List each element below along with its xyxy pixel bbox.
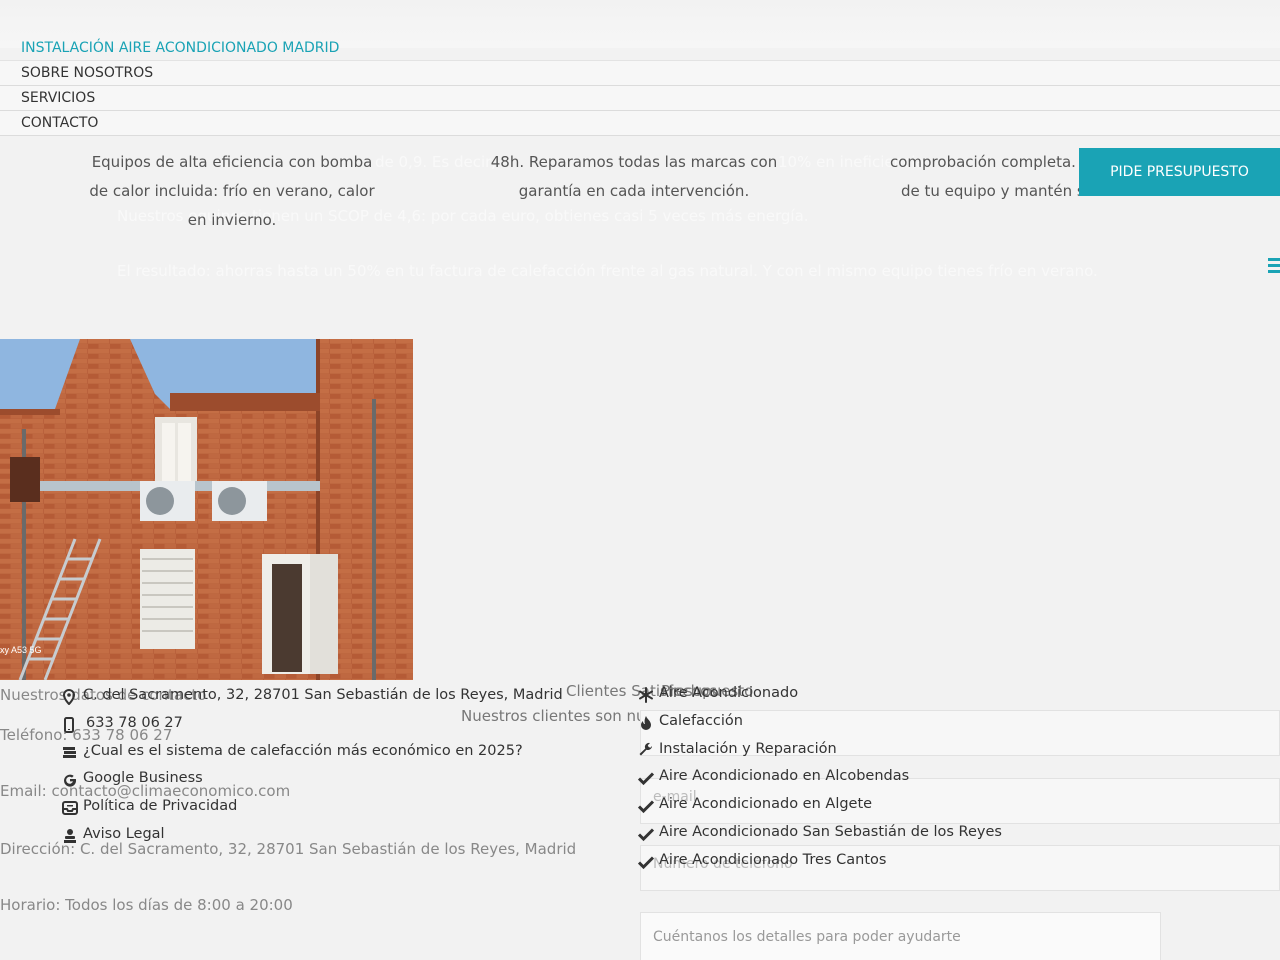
footer-link-label: Política de Privacidad [83, 798, 238, 815]
menu-icon[interactable] [1268, 258, 1280, 274]
snowflake-icon [638, 686, 656, 703]
service-label: Instalación y Reparación [659, 740, 837, 757]
check-icon [637, 853, 656, 869]
service-label: Aire Acondicionado en Alcobendas [659, 768, 910, 785]
installation-photo: xy A53 5G [0, 339, 413, 680]
feature-heat-pump: Equipos de alta eficiencia con bomba de … [82, 148, 382, 235]
footer-link-label: Aviso Legal [83, 825, 165, 842]
feature-repair: 48h. Reparamos todas las marcas con gara… [484, 148, 784, 206]
service-label: Aire Acondicionado [659, 685, 799, 701]
footer-link-list: C. del Sacramento, 32, 28701 San Sebasti… [62, 682, 563, 849]
footer-link-phone[interactable]: 633 78 06 27 [62, 710, 563, 738]
service-calefaccion[interactable]: Calefacción [638, 708, 1002, 736]
check-icon [637, 797, 656, 814]
pide-presupuesto-button[interactable]: PIDE PRESUPUESTO [1079, 148, 1280, 196]
service-aire-acondicionado[interactable]: Aire Acondicionado [638, 680, 1002, 708]
footer-link-google[interactable]: Google Business [62, 765, 563, 793]
nav-item-instalacion[interactable]: INSTALACIÓN AIRE ACONDICIONADO MADRID [0, 36, 1280, 61]
map-pin-icon [62, 688, 80, 706]
service-label: Aire Acondicionado en Algete [659, 796, 873, 813]
footer-link-privacy[interactable]: Política de Privacidad [62, 793, 563, 821]
footer-link-label: Google Business [83, 770, 203, 787]
service-san-sebastian[interactable]: Aire Acondicionado San Sebastián de los … [637, 819, 1002, 847]
fire-icon [638, 714, 656, 730]
main-nav: INSTALACIÓN AIRE ACONDICIONADO MADRID SO… [0, 36, 1280, 136]
nav-item-servicios[interactable]: SERVICIOS [0, 86, 1280, 111]
feature-line: en invierno. [187, 211, 277, 229]
service-algete[interactable]: Aire Acondicionado en Algete [637, 791, 1002, 819]
hero-ghost-text: de 0,9. Es decir, [375, 153, 497, 171]
service-label: Aire Acondicionado San Sebastián de los … [659, 823, 1002, 840]
feature-line: garantía en cada intervención. [518, 182, 750, 200]
check-icon [637, 825, 656, 841]
feature-line: de calor incluida: frío en verano, calor [89, 182, 375, 200]
photo-watermark: xy A53 5G [0, 645, 42, 655]
contact-hours: Horario: Todos los días de 8:00 a 20:00 [0, 896, 293, 914]
hero-ghost-text: El resultado: ahorras hasta un 50% en tu… [117, 262, 1098, 280]
service-alcobendas[interactable]: Aire Acondicionado en Alcobendas [637, 763, 1002, 791]
nav-item-sobre-nosotros[interactable]: SOBRE NOSOTROS [0, 61, 1280, 86]
feature-line: 48h. Reparamos todas las marcas con [490, 153, 778, 171]
service-instalacion[interactable]: Instalación y Reparación [638, 736, 1002, 764]
check-icon [637, 769, 656, 786]
details-placeholder: Cuéntanos los detalles para poder ayudar… [653, 929, 961, 945]
user-legal-icon [62, 827, 80, 843]
service-label: Calefacción [659, 712, 743, 729]
footer-link-blog[interactable]: ¿Cual es el sistema de calefacción más e… [62, 738, 563, 766]
wrench-icon [638, 741, 656, 757]
services-list: Aire Acondicionado Calefacción Instalaci… [637, 680, 1002, 875]
service-tres-cantos[interactable]: Aire Acondicionado Tres Cantos [637, 847, 1002, 875]
footer-link-legal[interactable]: Aviso Legal [62, 821, 563, 849]
footer-link-address[interactable]: C. del Sacramento, 32, 28701 San Sebasti… [62, 682, 563, 710]
coins-icon [62, 743, 80, 759]
footer-link-label: 633 78 06 27 [86, 714, 183, 731]
details-textarea[interactable]: Cuéntanos los detalles para poder ayudar… [640, 912, 1161, 960]
footer-link-label: C. del Sacramento, 32, 28701 San Sebasti… [83, 687, 563, 703]
inbox-icon [62, 799, 80, 816]
footer-link-label: ¿Cual es el sistema de calefacción más e… [83, 742, 523, 759]
mobile-phone-icon [62, 716, 80, 733]
nav-item-contacto[interactable]: CONTACTO [0, 111, 1280, 136]
service-label: Aire Acondicionado Tres Cantos [659, 851, 887, 868]
feature-line: Equipos de alta eficiencia con bomba [91, 153, 373, 171]
google-icon [62, 771, 80, 787]
